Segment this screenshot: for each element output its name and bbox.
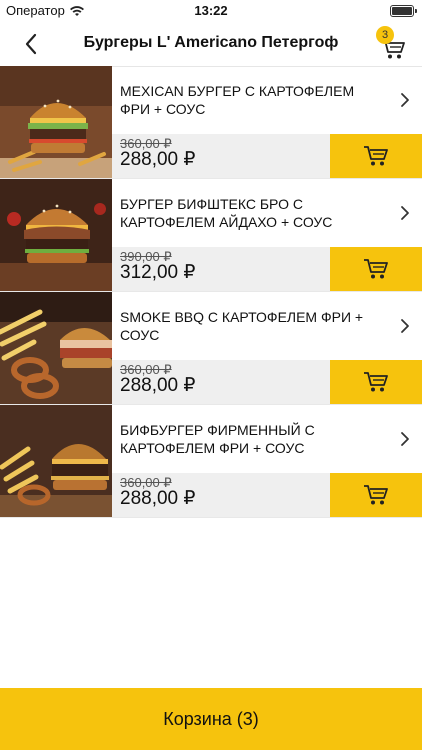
product-image: [0, 66, 112, 178]
price: 288,00 ₽: [120, 488, 196, 509]
price-row: 360,00 ₽ 288,00 ₽: [112, 360, 422, 404]
page-title: Бургеры L' Americano Петергоф: [83, 34, 339, 51]
cart-bottom-label: Корзина (3): [163, 708, 259, 729]
chevron-right-icon: [401, 93, 409, 107]
cart-icon: [364, 146, 388, 166]
cart-bottom-button[interactable]: Корзина (3): [0, 688, 422, 750]
price-row: 360,00 ₽ 288,00 ₽: [112, 473, 422, 517]
product-image: [0, 405, 112, 517]
status-bar: Оператор 13:22: [0, 0, 422, 22]
price: 288,00 ₽: [120, 149, 196, 170]
cart-icon: [364, 259, 388, 279]
product-item[interactable]: SMOKE BBQ С КАРТОФЕЛЕМ ФРИ + СОУС 360,00…: [0, 292, 422, 405]
chevron-right-icon: [401, 319, 409, 333]
product-name: БИФБУРГЕР ФИРМЕННЫЙ С КАРТОФЕЛЕМ ФРИ + С…: [120, 422, 315, 456]
cart-icon: [364, 372, 388, 392]
status-time: 13:22: [194, 3, 228, 18]
battery-icon: [390, 5, 417, 17]
product-image: [0, 179, 112, 291]
product-item[interactable]: MEXICAN БУРГЕР С КАРТОФЕЛЕМ ФРИ + СОУС 3…: [0, 66, 422, 179]
chevron-left-icon: [25, 33, 37, 55]
add-to-cart-button[interactable]: [330, 134, 422, 178]
product-image: [0, 292, 112, 404]
product-item[interactable]: БУРГЕР БИФШТЕКС БРО С КАРТОФЕЛЕМ АЙДАХО …: [0, 179, 422, 292]
product-item[interactable]: БИФБУРГЕР ФИРМЕННЫЙ С КАРТОФЕЛЕМ ФРИ + С…: [0, 405, 422, 518]
price-row: 360,00 ₽ 288,00 ₽: [112, 134, 422, 178]
add-to-cart-button[interactable]: [330, 247, 422, 291]
back-button[interactable]: [18, 30, 46, 58]
cart-icon: [364, 485, 388, 505]
chevron-right-icon: [401, 206, 409, 220]
product-list: MEXICAN БУРГЕР С КАРТОФЕЛЕМ ФРИ + СОУС 3…: [0, 66, 422, 518]
product-name: SMOKE BBQ С КАРТОФЕЛЕМ ФРИ + СОУС: [120, 309, 364, 343]
product-name: MEXICAN БУРГЕР С КАРТОФЕЛЕМ ФРИ + СОУС: [120, 83, 355, 117]
product-name: БУРГЕР БИФШТЕКС БРО С КАРТОФЕЛЕМ АЙДАХО …: [120, 196, 333, 230]
cart-count-badge: 3: [376, 26, 394, 44]
add-to-cart-button[interactable]: [330, 360, 422, 404]
chevron-right-icon: [401, 432, 409, 446]
nav-bar: Бургеры L' Americano Петергоф 3: [0, 22, 422, 67]
price: 288,00 ₽: [120, 375, 196, 396]
price-row: 390,00 ₽ 312,00 ₽: [112, 247, 422, 291]
add-to-cart-button[interactable]: [330, 473, 422, 517]
price: 312,00 ₽: [120, 262, 196, 283]
cart-button[interactable]: 3: [374, 26, 408, 60]
